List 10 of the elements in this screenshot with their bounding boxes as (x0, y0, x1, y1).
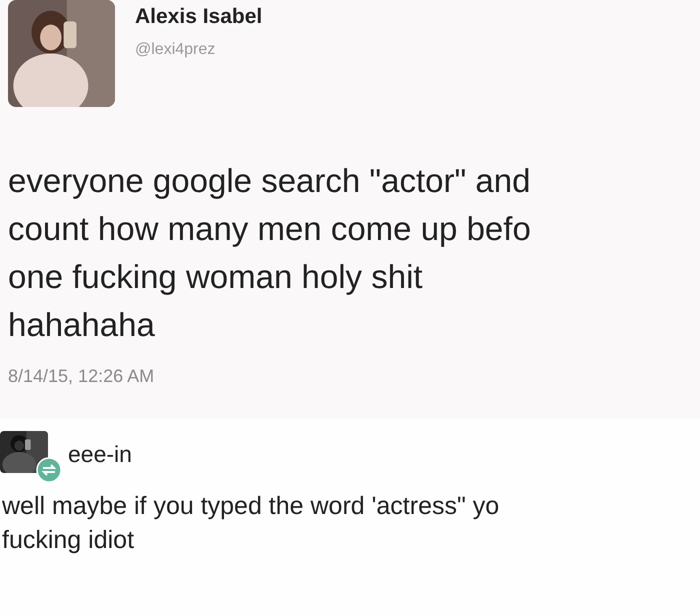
reply-text-line: well maybe if you typed the word 'actress" yo (2, 491, 500, 522)
tweet-text-line: everyone google search "actor" and (8, 161, 530, 201)
timestamp: 8/14/15, 12:26 AM (8, 366, 154, 386)
reply-text-line: fucking idiot (2, 525, 134, 556)
tweet-text-line: one fucking woman holy shit (8, 257, 423, 297)
author-handle: @lexi4prez (135, 40, 216, 60)
tweet-text-line: count how many men come up befo (8, 209, 531, 249)
tweet-text-line: hahahaha (8, 305, 155, 345)
author-name: Alexis Isabel (135, 4, 262, 30)
reply-author-name: eee-in (68, 440, 132, 469)
